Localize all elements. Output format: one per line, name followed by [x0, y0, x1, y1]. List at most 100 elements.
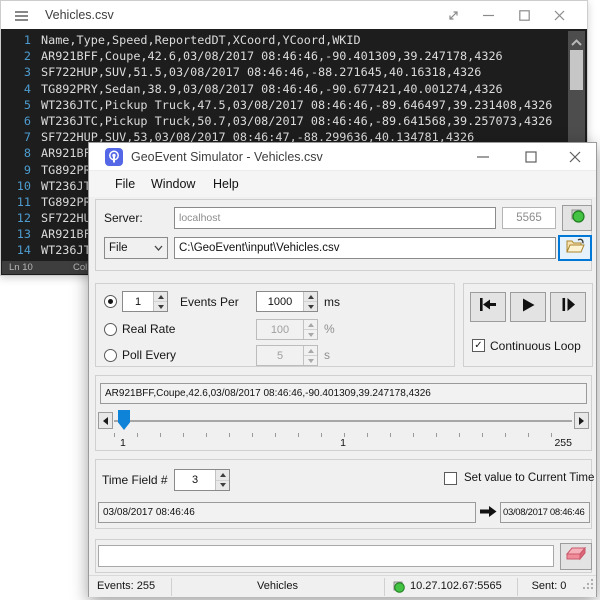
events-per-label: Events Per — [180, 295, 239, 309]
line-text: SF722HUP,SUV,51.5,03/08/2017 08:46:46,-8… — [41, 64, 481, 80]
folder-open-icon — [566, 238, 585, 258]
close-icon[interactable] — [563, 146, 587, 168]
line-text: WT236JT — [41, 242, 91, 258]
continuous-loop-checkbox[interactable]: ✓ — [472, 339, 485, 352]
time-field-label: Time Field # — [102, 473, 168, 487]
expand-icon[interactable] — [442, 5, 464, 25]
spin-up-icon[interactable] — [216, 470, 229, 481]
time-to-field[interactable]: 03/08/2017 08:46:46 — [500, 502, 590, 523]
play-icon — [522, 298, 535, 317]
events-per-radio[interactable] — [104, 295, 117, 308]
slider-track[interactable] — [114, 420, 572, 422]
step-forward-button[interactable] — [550, 292, 586, 322]
scrollbar-thumb[interactable] — [570, 50, 583, 90]
spin-down-icon[interactable] — [304, 302, 317, 311]
spin-down-icon[interactable] — [216, 481, 229, 491]
events-count-value: 1 — [123, 296, 153, 308]
line-number: 7 — [1, 129, 31, 145]
minimize-icon[interactable] — [471, 146, 495, 168]
poll-every-label: Poll Every — [122, 348, 176, 362]
spinner-arrows[interactable] — [303, 292, 317, 311]
source-type-value: File — [109, 242, 154, 254]
slider-mid-label: 1 — [114, 437, 572, 449]
hamburger-menu-icon[interactable] — [15, 9, 28, 27]
current-event-field[interactable]: AR921BFF,Coupe,42.6,03/08/2017 08:46:46,… — [100, 383, 587, 404]
time-from-field[interactable]: 03/08/2017 08:46:46 — [98, 502, 476, 523]
slider-thumb[interactable] — [118, 410, 130, 430]
current-event-group: AR921BFF,Coupe,42.6,03/08/2017 08:46:46,… — [95, 375, 592, 451]
simulator-titlebar: GeoEvent Simulator - Vehicles.csv — [89, 143, 596, 171]
server-port-input[interactable]: 5565 — [502, 207, 556, 229]
left-arrow-icon — [103, 417, 108, 425]
rate-group: 1 Events Per 1000 ms Real Rate 100 % Pol… — [95, 283, 455, 367]
simulator-statusbar: Events: 255 Vehicles 10.27.102.67:5565 S… — [89, 575, 596, 597]
slider-max-label: 255 — [526, 437, 572, 449]
server-host-input[interactable]: localhost — [174, 207, 496, 229]
real-rate-label: Real Rate — [122, 322, 175, 336]
line-number: 13 — [1, 226, 31, 242]
poll-every-radio[interactable] — [104, 349, 117, 362]
sent-count: Sent: 0 — [517, 580, 581, 592]
connection-address: 10.27.102.67:5565 — [410, 580, 502, 592]
line-number: 1 — [1, 32, 31, 48]
spin-up-icon[interactable] — [154, 292, 167, 302]
line-number: 11 — [1, 194, 31, 210]
spin-up-icon[interactable] — [304, 292, 317, 302]
set-current-time-checkbox[interactable] — [444, 472, 457, 485]
resize-grip-icon[interactable] — [581, 577, 594, 595]
spinner-arrows[interactable] — [215, 470, 229, 490]
slider-right-button[interactable] — [574, 412, 589, 429]
connect-button[interactable] — [562, 205, 592, 231]
continuous-loop-label: Continuous Loop — [490, 339, 581, 353]
time-field-spinner[interactable]: 3 — [174, 469, 230, 491]
line-indicator: Ln 10 — [9, 262, 33, 273]
play-button[interactable] — [510, 292, 546, 322]
poll-spinner[interactable]: 5 — [256, 345, 318, 366]
spin-down-icon[interactable] — [154, 302, 167, 311]
line-number: 3 — [1, 64, 31, 80]
line-number: 8 — [1, 145, 31, 161]
menu-file[interactable]: File — [111, 171, 139, 197]
spinner-arrows — [303, 346, 317, 365]
menu-help[interactable]: Help — [209, 171, 243, 197]
real-rate-radio[interactable] — [104, 323, 117, 336]
menu-window[interactable]: Window — [147, 171, 199, 197]
clear-button[interactable] — [560, 543, 592, 570]
slider-left-button[interactable] — [98, 412, 113, 429]
events-count: Events: 255 — [97, 580, 155, 592]
line-text: TG892PRY,Sedan,38.9,03/08/2017 08:46:46,… — [41, 81, 503, 97]
time-field-group: Time Field # 3 Set value to Current Time… — [95, 459, 592, 529]
source-path-input[interactable]: C:\GeoEvent\input\Vehicles.csv — [174, 237, 556, 259]
maximize-icon[interactable] — [519, 146, 543, 168]
skip-to-start-button[interactable] — [470, 292, 506, 322]
chevron-down-icon — [154, 242, 163, 254]
connection-status-icon — [392, 580, 406, 599]
playback-group: ✓ Continuous Loop — [463, 283, 593, 367]
minimize-icon[interactable] — [477, 5, 499, 25]
maximize-icon[interactable] — [513, 5, 535, 25]
simulator-window-title: GeoEvent Simulator - Vehicles.csv — [131, 143, 323, 171]
line-text: AR921BF — [41, 226, 91, 242]
close-icon[interactable] — [548, 5, 570, 25]
events-count-spinner[interactable]: 1 — [122, 291, 168, 312]
column-indicator: Col — [73, 262, 87, 273]
interval-spinner[interactable]: 1000 — [256, 291, 318, 312]
progress-bar — [98, 545, 554, 567]
line-text: SF722HU — [41, 210, 91, 226]
line-number: 14 — [1, 242, 31, 258]
time-field-value: 3 — [175, 474, 215, 486]
spinner-arrows[interactable] — [153, 292, 167, 311]
line-text: WT236JT — [41, 178, 91, 194]
line-number: 9 — [1, 162, 31, 178]
source-type-dropdown[interactable]: File — [104, 237, 168, 259]
real-rate-spinner[interactable]: 100 — [256, 319, 318, 340]
line-text: Name,Type,Speed,ReportedDT,XCoord,YCoord… — [41, 32, 361, 48]
spin-down-icon — [304, 330, 317, 339]
spin-up-icon — [304, 346, 317, 356]
line-number: 2 — [1, 48, 31, 64]
menu-bar: File Window Help — [89, 171, 596, 197]
line-text: WT236JTC,Pickup Truck,47.5,03/08/2017 08… — [41, 97, 552, 113]
browse-file-button[interactable] — [558, 235, 592, 261]
skip-to-start-icon — [479, 298, 497, 316]
app-broadcast-icon — [105, 148, 123, 171]
